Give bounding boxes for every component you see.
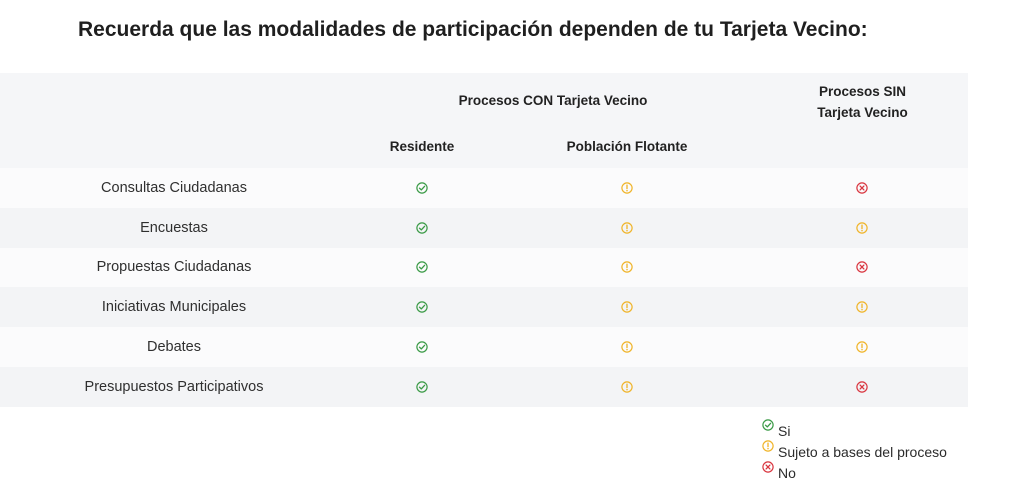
legend-label-no: No (778, 465, 796, 481)
legend-label-conditional: Sujeto a bases del proceso (778, 444, 947, 460)
exclamation-circle-icon (621, 261, 633, 274)
header-group-sin-tarjeta: Procesos SIN Tarjeta Vecino (760, 81, 965, 123)
x-circle-icon (856, 381, 868, 393)
exclamation-circle-icon (621, 221, 633, 234)
status-cell-sin (842, 367, 882, 407)
status-cell-sin (842, 287, 882, 327)
row-label: Debates (146, 339, 201, 356)
status-cell-sin (842, 168, 882, 208)
row-label: Encuestas (140, 219, 208, 236)
x-circle-icon (762, 461, 774, 473)
status-cell-poblacion (607, 168, 647, 208)
row-label: Consultas Ciudadanas (101, 179, 247, 196)
check-circle-icon (416, 301, 428, 313)
status-cell-residente (402, 287, 442, 327)
status-cell-residente (402, 168, 442, 208)
x-circle-icon (856, 261, 868, 274)
participation-table: Procesos CON Tarjeta Vecino Procesos SIN… (0, 73, 968, 407)
exclamation-circle-icon (762, 440, 774, 452)
check-circle-icon (762, 419, 774, 431)
table-row: Propuestas Ciudadanas (0, 247, 968, 288)
exclamation-circle-icon (621, 341, 633, 353)
table-header: Procesos CON Tarjeta Vecino Procesos SIN… (0, 73, 968, 168)
header-group-con-tarjeta: Procesos CON Tarjeta Vecino (458, 93, 648, 108)
table-row: Debates (0, 327, 968, 367)
status-cell-poblacion (607, 327, 647, 367)
exclamation-circle-icon (856, 341, 868, 353)
status-cell-sin (842, 248, 882, 288)
header-col-residente: Residente (389, 139, 455, 154)
page-title: Recuerda que las modalidades de particip… (78, 18, 868, 41)
check-circle-icon (416, 182, 428, 194)
check-circle-icon (416, 381, 428, 393)
legend-label-yes: Si (778, 423, 791, 439)
table-row: Presupuestos Participativos (0, 366, 968, 407)
table-row: Iniciativas Municipales (0, 287, 968, 328)
exclamation-circle-icon (621, 381, 633, 393)
row-label: Presupuestos Participativos (84, 378, 264, 395)
status-cell-residente (402, 367, 442, 407)
exclamation-circle-icon (621, 301, 633, 313)
table-body: Consultas Ciudadanas Encuestas Propuestas … (0, 168, 968, 407)
table-row: Consultas Ciudadanas (0, 168, 968, 208)
row-label: Iniciativas Municipales (101, 299, 247, 316)
table-row: Encuestas (0, 207, 968, 248)
header-group-sin-line1: Procesos SIN (818, 84, 907, 99)
header-group-sin-line2: Tarjeta Vecino (817, 105, 908, 120)
status-cell-sin (842, 327, 882, 367)
exclamation-circle-icon (621, 182, 633, 194)
check-circle-icon (416, 261, 428, 274)
status-cell-poblacion (607, 248, 647, 288)
status-cell-residente (402, 248, 442, 288)
x-circle-icon (856, 182, 868, 194)
exclamation-circle-icon (856, 301, 868, 313)
exclamation-circle-icon (856, 221, 868, 234)
status-cell-poblacion (607, 367, 647, 407)
status-cell-poblacion (607, 208, 647, 248)
check-circle-icon (416, 221, 428, 234)
header-col-poblacion-flotante: Población Flotante (566, 139, 688, 154)
status-cell-residente (402, 327, 442, 367)
status-cell-poblacion (607, 287, 647, 327)
check-circle-icon (416, 341, 428, 353)
status-cell-residente (402, 208, 442, 248)
status-cell-sin (842, 208, 882, 248)
row-label: Propuestas Ciudadanas (96, 259, 252, 276)
